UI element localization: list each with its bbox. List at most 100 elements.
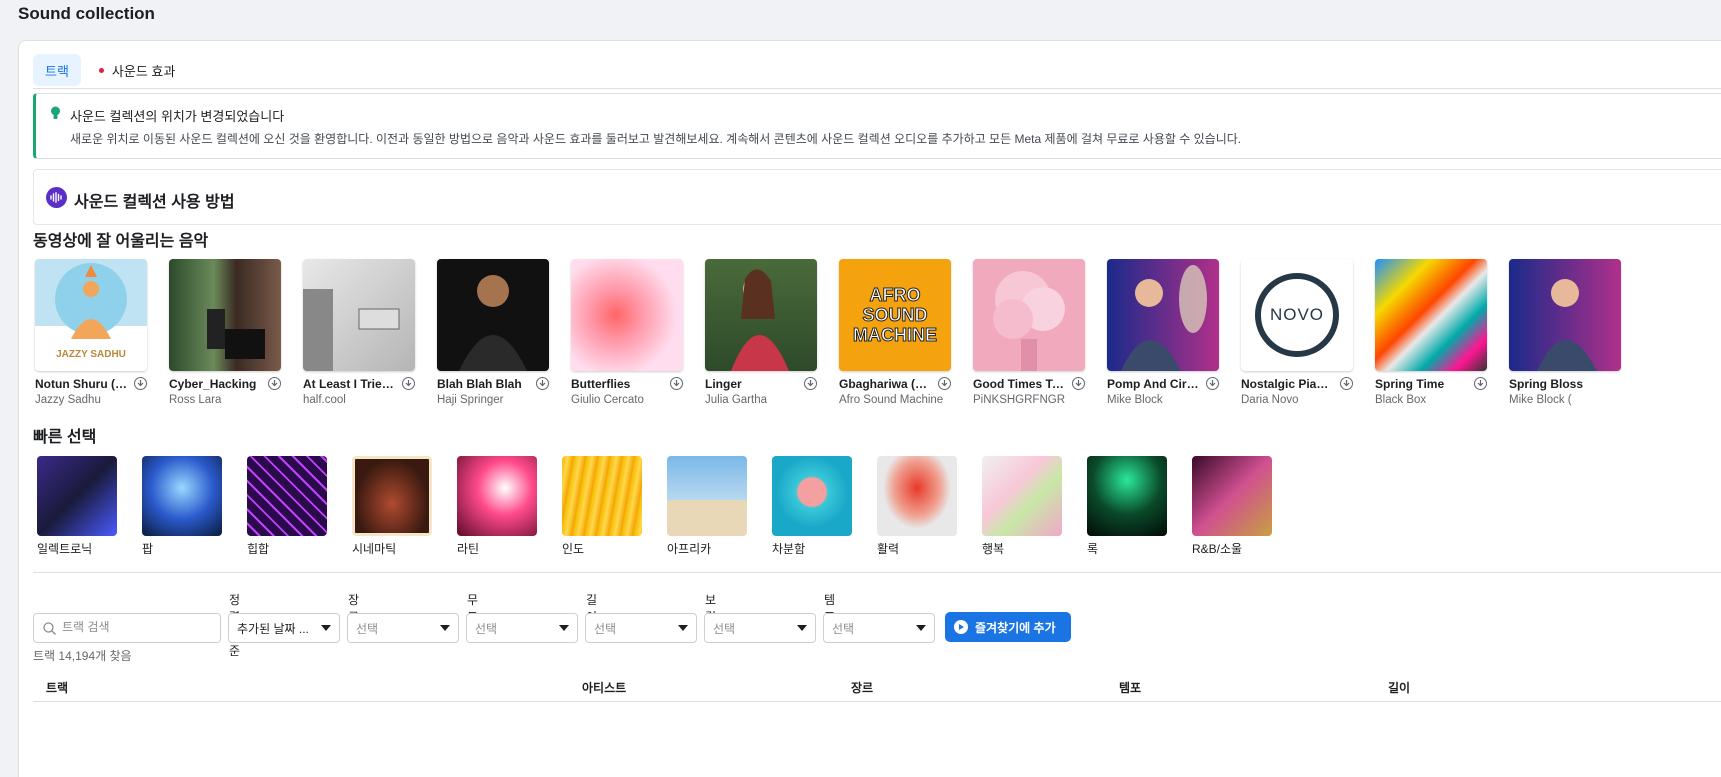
track-card[interactable]: Spring Time Black Box xyxy=(1375,259,1509,406)
genre-dropdown[interactable]: 선택 xyxy=(347,613,459,643)
genre-card-latin[interactable]: 라틴 xyxy=(457,456,562,557)
track-title[interactable]: Cyber_Hacking xyxy=(169,377,261,391)
play-icon xyxy=(954,620,968,634)
music-carousel: JAZZY SADHU Notun Shuru (N... Jazzy Sadhu… xyxy=(35,259,1643,406)
track-artist[interactable]: Black Box xyxy=(1375,394,1487,406)
tab-label: 사운드 효과 xyxy=(111,63,176,79)
track-title[interactable]: Notun Shuru (N... xyxy=(35,377,127,391)
column-header-genre[interactable]: 장르 xyxy=(851,679,873,696)
track-card[interactable]: Good Times To... PiNKSHGRFNGR xyxy=(973,259,1107,406)
genre-card-african[interactable]: 아프리카 xyxy=(667,456,772,557)
track-card[interactable]: Cyber_Hacking Ross Lara xyxy=(169,259,303,406)
track-title[interactable]: Spring Time xyxy=(1375,377,1467,391)
genre-label: 아프리카 xyxy=(667,542,712,556)
genre-image xyxy=(667,456,747,536)
notice-body: 새로운 위치로 이동된 사운드 컬렉션에 오신 것을 환영합니다. 이전과 동일… xyxy=(70,132,1242,146)
column-header-artist[interactable]: 아티스트 xyxy=(582,679,626,696)
download-icon[interactable] xyxy=(670,377,683,390)
mood-dropdown[interactable]: 선택 xyxy=(466,613,578,643)
genre-image xyxy=(352,456,432,536)
genre-card-rock[interactable]: 록 xyxy=(1087,456,1192,557)
download-icon[interactable] xyxy=(804,377,817,390)
download-icon[interactable] xyxy=(1072,377,1085,390)
genre-label: 힙합 xyxy=(247,542,270,556)
genre-card-rnb-soul[interactable]: R&B/소울 xyxy=(1192,456,1297,557)
column-header-length[interactable]: 길이 xyxy=(1388,679,1410,696)
genre-card-calm[interactable]: 차분함 xyxy=(772,456,877,557)
download-icon[interactable] xyxy=(268,377,281,390)
genre-image xyxy=(37,456,117,536)
section-divider xyxy=(33,572,1721,573)
download-icon[interactable] xyxy=(1474,377,1487,390)
album-art-text: JAZZY SADHU xyxy=(56,349,126,360)
track-title[interactable]: Gbaghariwa (Ke... xyxy=(839,377,931,391)
genre-card-electronic[interactable]: 일렉트로닉 xyxy=(37,456,142,557)
vocal-dropdown[interactable]: 선택 xyxy=(704,613,816,643)
download-icon[interactable] xyxy=(134,377,147,390)
track-artist[interactable]: Ross Lara xyxy=(169,394,281,406)
track-title[interactable]: Blah Blah Blah xyxy=(437,377,529,391)
track-artist[interactable]: Giulio Cercato xyxy=(571,394,683,406)
genre-label: 록 xyxy=(1087,542,1099,556)
column-header-tempo[interactable]: 템포 xyxy=(1119,679,1141,696)
track-card[interactable]: Blah Blah Blah Haji Springer xyxy=(437,259,571,406)
how-to-use-section[interactable]: 사운드 컬렉션 사용 방법 xyxy=(33,169,1721,225)
track-artist[interactable]: Jazzy Sadhu xyxy=(35,394,147,406)
track-card[interactable]: AFRO SOUND MACHINE Gbaghariwa (Ke... Afro… xyxy=(839,259,973,406)
track-card[interactable]: Pomp And Circ... Mike Block xyxy=(1107,259,1241,406)
download-icon[interactable] xyxy=(536,377,549,390)
track-title[interactable]: Spring Bloss xyxy=(1509,377,1601,391)
cotton-candy-photo xyxy=(993,271,1065,371)
genre-card-hiphop[interactable]: 힙합 xyxy=(247,456,352,557)
track-artist[interactable]: Mike Block xyxy=(1107,394,1219,406)
tab-bar: 트랙 사운드 효과 xyxy=(33,54,187,86)
genre-label: 활력 xyxy=(877,542,900,556)
track-card[interactable]: Butterflies Giulio Cercato xyxy=(571,259,705,406)
download-icon[interactable] xyxy=(1340,377,1353,390)
notice-title: 사운드 컬렉션의 위치가 변경되었습니다 xyxy=(70,109,285,124)
track-search-field[interactable] xyxy=(33,613,221,643)
genre-card-indian[interactable]: 인도 xyxy=(562,456,667,557)
track-artist[interactable]: Daria Novo xyxy=(1241,394,1353,406)
download-icon[interactable] xyxy=(938,377,951,390)
track-card[interactable]: NOVO Nostalgic Piano... Daria Novo xyxy=(1241,259,1375,406)
track-title[interactable]: Nostalgic Piano... xyxy=(1241,377,1333,391)
genre-card-pop[interactable]: 팝 xyxy=(142,456,247,557)
tempo-dropdown[interactable]: 선택 xyxy=(823,613,935,643)
track-card[interactable]: JAZZY SADHU Notun Shuru (N... Jazzy Sadhu xyxy=(35,259,169,406)
tab-sound-effects[interactable]: 사운드 효과 xyxy=(87,54,187,86)
genre-card-energetic[interactable]: 활력 xyxy=(877,456,982,557)
track-title[interactable]: Linger xyxy=(705,377,797,391)
sort-dropdown[interactable]: 추가된 날짜 ... xyxy=(228,613,340,643)
track-title[interactable]: Pomp And Circ... xyxy=(1107,377,1199,391)
column-header-track[interactable]: 트랙 xyxy=(46,679,68,696)
genre-card-happy[interactable]: 행복 xyxy=(982,456,1087,557)
lightbulb-icon xyxy=(51,106,60,119)
album-art-text: NOVO xyxy=(1269,305,1325,324)
artist-photo xyxy=(1537,279,1597,371)
track-card[interactable]: Spring Bloss Mike Block ( xyxy=(1509,259,1643,406)
genre-image xyxy=(247,456,327,536)
track-artist[interactable]: PiNKSHGRFNGR xyxy=(973,394,1085,406)
add-to-favorites-button[interactable]: 즐겨찾기에 추가 xyxy=(945,612,1071,642)
download-icon[interactable] xyxy=(1206,377,1219,390)
genre-card-cinematic[interactable]: 시네마틱 xyxy=(352,456,457,557)
tab-tracks[interactable]: 트랙 xyxy=(33,54,81,86)
chevron-down-icon xyxy=(797,625,807,631)
track-artist[interactable]: Haji Springer xyxy=(437,394,549,406)
track-artist[interactable]: Afro Sound Machine xyxy=(839,394,951,406)
artist-photo xyxy=(731,269,789,371)
track-card[interactable]: At Least I Tried ... half.cool xyxy=(303,259,437,406)
track-artist[interactable]: half.cool xyxy=(303,394,415,406)
track-title[interactable]: At Least I Tried ... xyxy=(303,377,395,391)
track-title[interactable]: Good Times To... xyxy=(973,377,1065,391)
search-input[interactable] xyxy=(62,620,212,634)
download-icon[interactable] xyxy=(402,377,415,390)
track-artist[interactable]: Mike Block ( xyxy=(1509,394,1621,406)
table-header-divider xyxy=(33,701,1721,702)
length-dropdown[interactable]: 선택 xyxy=(585,613,697,643)
how-to-title: 사운드 컬렉션 사용 방법 xyxy=(74,194,235,211)
track-card[interactable]: Linger Julia Gartha xyxy=(705,259,839,406)
track-title[interactable]: Butterflies xyxy=(571,377,663,391)
track-artist[interactable]: Julia Gartha xyxy=(705,394,817,406)
